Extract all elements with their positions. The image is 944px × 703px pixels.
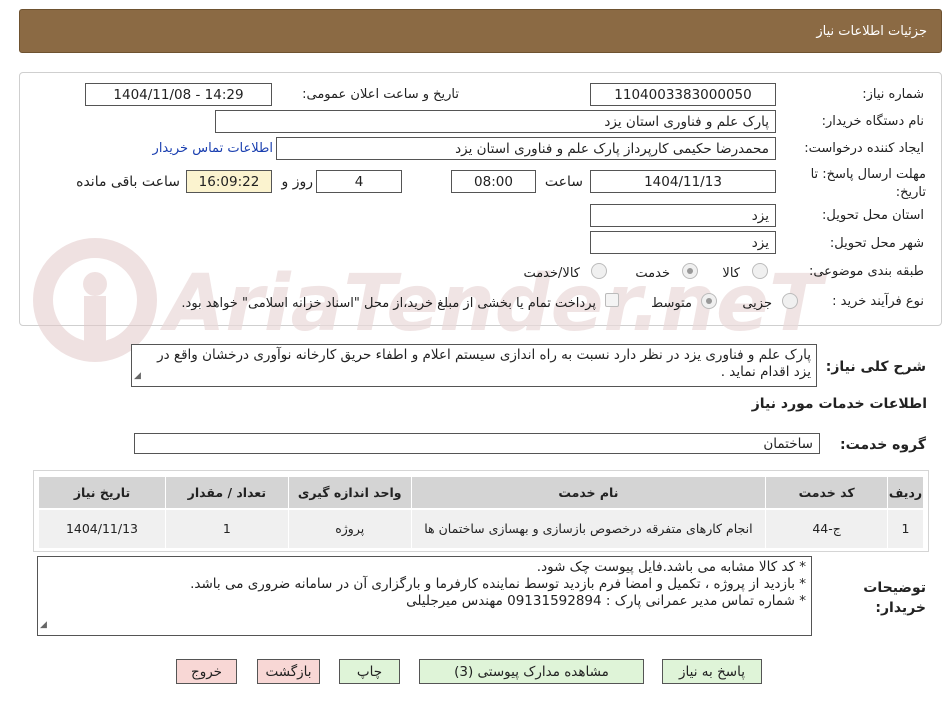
remaining-time-field: 16:09:22 xyxy=(186,170,272,193)
col-service-name: نام خدمت xyxy=(410,476,767,510)
print-button[interactable]: چاپ xyxy=(339,659,400,684)
remaining-label: ساعت باقی مانده xyxy=(76,174,180,190)
col-quantity: تعداد / مقدار xyxy=(164,476,289,510)
process-radio-medium[interactable] xyxy=(701,293,717,309)
buyer-org-label: نام دستگاه خریدار: xyxy=(821,114,924,129)
description-textarea[interactable]: پارک علم و فناوری یزد در نظر دارد نسبت ب… xyxy=(131,344,817,387)
announce-field: 1404/11/08 - 14:29 xyxy=(85,83,272,106)
service-group-label: گروه خدمت: xyxy=(840,437,926,453)
description-label: شرح کلی نیاز: xyxy=(825,359,926,375)
process-option-minor: جزیی xyxy=(742,296,772,311)
exit-button[interactable]: خروج xyxy=(176,659,237,684)
table-row: 1 ج-44 انجام کارهای متفرقه درخصوص بازساز… xyxy=(38,508,924,549)
cell-service-name: انجام کارهای متفرقه درخصوص بازسازی و بهس… xyxy=(410,508,767,549)
buyer-note-line: * شماره تماس مدیر عمرانی پارک : 09131592… xyxy=(406,593,806,609)
deadline-time-label: ساعت xyxy=(544,174,583,190)
requester-label: ایجاد کننده درخواست: xyxy=(804,141,924,156)
col-need-date: تاریخ نیاز xyxy=(38,476,166,510)
deadline-time-field: 08:00 xyxy=(451,170,536,193)
announce-label: تاریخ و ساعت اعلان عمومی: xyxy=(302,87,459,102)
services-section-title: اطلاعات خدمات مورد نیاز xyxy=(751,396,927,412)
description-text: پارک علم و فناوری یزد در نظر دارد نسبت ب… xyxy=(157,347,811,380)
cell-unit: پروژه xyxy=(287,508,412,549)
city-field: یزد xyxy=(590,231,776,254)
reply-button[interactable]: پاسخ به نیاز xyxy=(662,659,762,684)
cell-row-number: 1 xyxy=(887,508,924,549)
cell-quantity: 1 xyxy=(164,508,289,549)
category-option-goods: کالا xyxy=(722,266,740,281)
process-radio-minor[interactable] xyxy=(782,293,798,309)
page-header: جزئيات اطلاعات نياز xyxy=(19,9,942,53)
city-label: شهر محل تحویل: xyxy=(829,236,924,251)
resize-grip-icon[interactable]: ◢ xyxy=(40,617,47,634)
category-radio-goods[interactable] xyxy=(752,263,768,279)
service-group-field: ساختمان xyxy=(134,433,820,454)
need-number-label: شماره نیاز: xyxy=(862,87,924,102)
payment-note: پرداخت تمام یا بخشی از مبلغ خرید،از محل … xyxy=(181,296,596,311)
category-option-goods-service: کالا/خدمت xyxy=(523,266,580,281)
table-header-row: ردیف کد خدمت نام خدمت واحد اندازه گیری ت… xyxy=(38,476,924,510)
category-radio-goods-service[interactable] xyxy=(591,263,607,279)
deadline-label: مهلت ارسال پاسخ: تا تاریخ: xyxy=(810,167,926,200)
cell-service-code: ج-44 xyxy=(765,508,889,549)
need-number-field: 1104003383000050 xyxy=(590,83,776,106)
province-field: یزد xyxy=(590,204,776,227)
category-option-service: خدمت xyxy=(635,266,670,281)
buyer-org-field: پارک علم و فناوری استان یزد xyxy=(215,110,776,133)
buyer-note-line: * بازدید از پروژه ، تکمیل و امضا فرم باز… xyxy=(190,576,806,592)
days-label: روز و xyxy=(281,174,314,190)
buyer-contact-link[interactable]: اطلاعات تماس خریدار xyxy=(153,141,273,156)
page-title: جزئيات اطلاعات نياز xyxy=(816,24,927,39)
back-button[interactable]: بازگشت xyxy=(257,659,320,684)
days-field: 4 xyxy=(316,170,402,193)
services-table: ردیف کد خدمت نام خدمت واحد اندازه گیری ت… xyxy=(38,476,924,549)
process-label: نوع فرآیند خرید : xyxy=(832,294,924,309)
treasury-checkbox[interactable] xyxy=(605,293,619,307)
buyer-notes-label: توضیحات خریدار: xyxy=(863,580,926,616)
process-option-medium: متوسط xyxy=(651,296,692,311)
deadline-date-field: 1404/11/13 xyxy=(590,170,776,193)
category-radio-service[interactable] xyxy=(682,263,698,279)
category-label: طبقه بندی موضوعی: xyxy=(808,264,924,279)
col-row-number: ردیف xyxy=(887,476,924,510)
requester-field: محمدرضا حکیمی کارپرداز پارک علم و فناوری… xyxy=(276,137,776,160)
cell-need-date: 1404/11/13 xyxy=(38,508,166,549)
province-label: استان محل تحویل: xyxy=(822,208,924,223)
attachments-button[interactable]: مشاهده مدارک پیوستی (3) xyxy=(419,659,644,684)
buyer-notes-textarea[interactable]: * کد کالا مشابه می باشد.فایل پیوست چک شو… xyxy=(37,556,812,636)
col-service-code: کد خدمت xyxy=(765,476,889,510)
col-unit: واحد اندازه گیری xyxy=(287,476,412,510)
resize-grip-icon[interactable]: ◢ xyxy=(134,368,141,385)
buyer-note-line: * کد کالا مشابه می باشد.فایل پیوست چک شو… xyxy=(536,559,806,575)
